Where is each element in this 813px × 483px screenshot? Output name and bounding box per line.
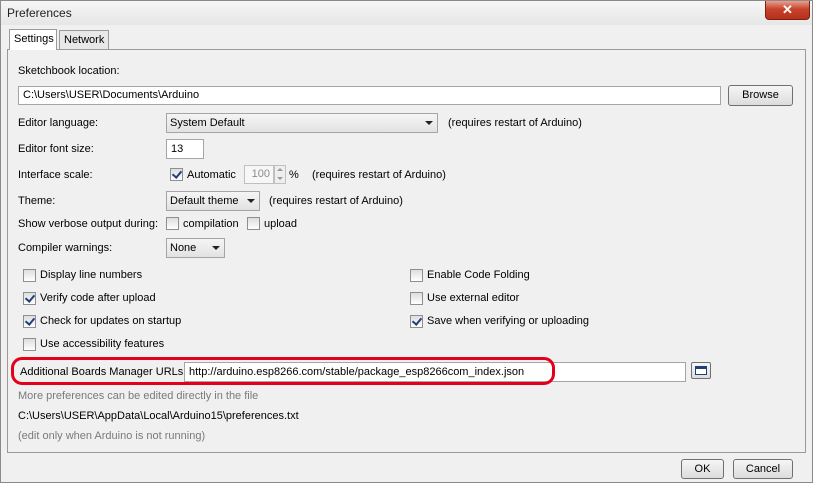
- preferences-window: Preferences ✕ Settings Network Sketchboo…: [0, 0, 813, 483]
- editor-language-note: (requires restart of Arduino): [448, 117, 582, 129]
- editor-language-value: System Default: [170, 117, 245, 129]
- sketchbook-path-input[interactable]: C:\Users\USER\Documents\Arduino: [18, 86, 721, 105]
- spinner-arrows[interactable]: [274, 165, 286, 184]
- automatic-scale-checkbox[interactable]: [170, 168, 183, 181]
- verbose-compilation-label: compilation: [183, 218, 239, 230]
- chevron-down-icon: [212, 246, 220, 250]
- tab-network[interactable]: Network: [59, 30, 109, 49]
- theme-label: Theme:: [18, 195, 56, 207]
- theme-select[interactable]: Default theme: [166, 191, 260, 211]
- verify-after-upload-label: Verify code after upload: [40, 292, 156, 304]
- browse-button[interactable]: Browse: [728, 85, 793, 106]
- theme-note: (requires restart of Arduino): [269, 195, 403, 207]
- compiler-warnings-select[interactable]: None: [166, 238, 225, 258]
- font-size-input[interactable]: 13: [166, 139, 204, 159]
- accessibility-checkbox[interactable]: [23, 338, 36, 351]
- cancel-button[interactable]: Cancel: [733, 459, 793, 479]
- external-editor-checkbox[interactable]: [410, 292, 423, 305]
- editor-language-select[interactable]: System Default: [166, 113, 438, 133]
- interface-scale-spinner[interactable]: 100: [244, 165, 274, 184]
- compiler-warnings-label: Compiler warnings:: [18, 242, 113, 254]
- preferences-file-path: C:\Users\USER\AppData\Local\Arduino15\pr…: [18, 410, 299, 422]
- title-bar[interactable]: Preferences ✕: [1, 1, 812, 25]
- code-folding-checkbox[interactable]: [410, 269, 423, 282]
- spinner-up-icon: [277, 168, 283, 171]
- save-when-verifying-checkbox[interactable]: [410, 315, 423, 328]
- display-line-numbers-checkbox[interactable]: [23, 269, 36, 282]
- check-updates-label: Check for updates on startup: [40, 315, 182, 327]
- tab-settings[interactable]: Settings: [9, 29, 57, 50]
- verbose-upload-checkbox[interactable]: [247, 217, 260, 230]
- compiler-warnings-value: None: [170, 242, 197, 254]
- code-folding-label: Enable Code Folding: [427, 269, 530, 281]
- interface-scale-unit: %: [289, 169, 299, 181]
- interface-scale-note: (requires restart of Arduino): [312, 169, 446, 181]
- interface-scale-label: Interface scale:: [18, 169, 93, 181]
- chevron-down-icon: [425, 121, 433, 125]
- save-when-verifying-label: Save when verifying or uploading: [427, 315, 590, 327]
- open-urls-window-icon[interactable]: [691, 362, 711, 379]
- automatic-scale-label: Automatic: [187, 169, 236, 181]
- verify-after-upload-checkbox[interactable]: [23, 292, 36, 305]
- theme-value: Default theme: [170, 195, 239, 207]
- chevron-down-icon: [247, 199, 255, 203]
- display-line-numbers-label: Display line numbers: [40, 269, 143, 281]
- ok-button[interactable]: OK: [681, 459, 724, 479]
- verbose-upload-label: upload: [264, 218, 298, 230]
- check-updates-checkbox[interactable]: [23, 315, 36, 328]
- close-button[interactable]: ✕: [765, 1, 810, 20]
- external-editor-label: Use external editor: [427, 292, 520, 304]
- verbose-compilation-checkbox[interactable]: [166, 217, 179, 230]
- red-highlight-annotation: [11, 357, 555, 385]
- verbose-output-label: Show verbose output during:: [18, 218, 159, 230]
- spinner-down-icon: [277, 177, 283, 180]
- close-icon: ✕: [782, 2, 793, 17]
- window-title: Preferences: [7, 6, 72, 20]
- accessibility-label: Use accessibility features: [40, 338, 165, 350]
- sketchbook-label: Sketchbook location:: [18, 65, 120, 77]
- more-preferences-note: More preferences can be edited directly …: [18, 390, 259, 402]
- edit-warning-note: (edit only when Arduino is not running): [18, 430, 206, 442]
- font-size-label: Editor font size:: [18, 143, 94, 155]
- editor-language-label: Editor language:: [18, 117, 99, 129]
